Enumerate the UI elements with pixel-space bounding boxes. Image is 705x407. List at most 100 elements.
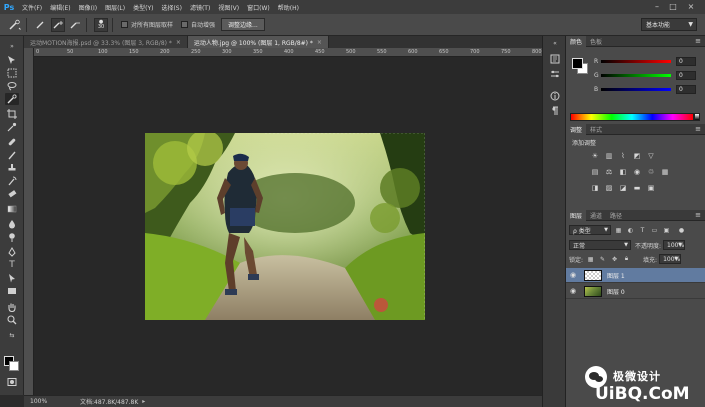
menu-window[interactable]: 窗口(W) <box>243 3 274 12</box>
eyedropper-tool[interactable] <box>5 121 19 133</box>
info-panel-button[interactable] <box>549 90 561 101</box>
gradient-map-icon[interactable]: ▬ <box>632 183 642 193</box>
layer-row[interactable]: ◉ 图层 0 <box>566 284 705 299</box>
pixel-filter-icon[interactable]: ▦ <box>614 226 623 235</box>
opacity-input[interactable]: 100% ▼ <box>663 240 686 250</box>
refine-edge-button[interactable]: 调整边缘... <box>221 18 265 31</box>
tab-adjustments[interactable]: 调整 <box>566 123 587 135</box>
lasso-tool[interactable] <box>5 80 19 92</box>
history-panel-button[interactable] <box>549 53 561 64</box>
exposure-icon[interactable]: ◩ <box>632 151 642 161</box>
layer-name[interactable]: 图层 0 <box>607 287 625 296</box>
close-window-button[interactable]: × <box>686 2 696 12</box>
layer-name[interactable]: 图层 1 <box>607 271 625 280</box>
black-white-ramp[interactable] <box>694 113 700 121</box>
brush-tool[interactable] <box>5 149 19 161</box>
threshold-icon[interactable]: ◪ <box>618 183 628 193</box>
lock-all-icon[interactable]: 🔒︎ <box>622 255 631 264</box>
marquee-tool[interactable] <box>5 67 19 79</box>
dodge-tool[interactable] <box>5 231 19 243</box>
menu-file[interactable]: 文件(F) <box>18 3 46 12</box>
runner-photo[interactable] <box>145 133 425 320</box>
character-panel-button[interactable] <box>549 105 561 116</box>
quick-mask-button[interactable] <box>5 376 19 388</box>
menu-image[interactable]: 图像(I) <box>75 3 101 12</box>
vibrance-icon[interactable]: ▽ <box>646 151 656 161</box>
panel-menu-icon[interactable]: ≡ <box>695 211 701 219</box>
brightness-icon[interactable]: ☀ <box>590 151 600 161</box>
menu-help[interactable]: 帮助(H) <box>274 3 303 12</box>
shape-filter-icon[interactable]: ▭ <box>650 226 659 235</box>
collapse-arrows-icon[interactable]: « <box>549 38 561 49</box>
tool-preset-picker[interactable] <box>8 18 22 32</box>
workspace-select[interactable]: 基本功能 ▼ <box>641 18 697 31</box>
selective-color-icon[interactable]: ▣ <box>646 183 656 193</box>
smart-object-filter-icon[interactable]: ▣ <box>662 226 671 235</box>
lock-position-icon[interactable]: ✥ <box>610 255 619 264</box>
fill-input[interactable]: 100% ▼ <box>659 254 682 264</box>
levels-icon[interactable]: ▥ <box>604 151 614 161</box>
menu-filter[interactable]: 滤镜(T) <box>186 3 214 12</box>
brush-size-picker[interactable]: ● 30 <box>94 17 108 32</box>
auto-enhance-checkbox[interactable]: 自动增强 <box>181 20 215 29</box>
gradient-tool[interactable] <box>5 203 19 215</box>
color-spectrum-bar[interactable] <box>570 113 694 121</box>
tab-paths[interactable]: 路径 <box>606 210 626 221</box>
move-tool[interactable] <box>5 54 19 66</box>
photo-filter-icon[interactable]: ◉ <box>632 167 642 177</box>
history-brush-tool[interactable] <box>5 175 19 187</box>
path-selection-tool[interactable] <box>5 272 19 284</box>
doc-tab-poster[interactable]: 运动MOTION海报.psd @ 33.3% (图层 3, RGB/8) * × <box>24 36 188 48</box>
green-value-input[interactable]: 0 <box>676 71 696 80</box>
curves-icon[interactable]: ⌇ <box>618 151 628 161</box>
rectangle-tool[interactable] <box>5 285 19 297</box>
checkbox-box[interactable] <box>121 21 128 28</box>
hue-saturation-icon[interactable]: ▤ <box>590 167 600 177</box>
tab-color[interactable]: 颜色 <box>566 35 587 47</box>
layer-kind-filter-select[interactable]: ρ 类型 ▼ <box>569 225 611 235</box>
eye-icon[interactable]: ◉ <box>566 271 580 279</box>
blend-mode-select[interactable]: 正常 ▼ <box>569 240 631 250</box>
panel-menu-icon[interactable]: ≡ <box>695 125 701 133</box>
filter-toggle-icon[interactable]: ● <box>677 226 686 235</box>
panel-menu-icon[interactable]: ≡ <box>695 37 701 45</box>
menu-type[interactable]: 类型(Y) <box>129 3 157 12</box>
blue-value-input[interactable]: 0 <box>676 85 696 94</box>
blur-tool[interactable] <box>5 218 19 230</box>
channel-mixer-icon[interactable]: ♲ <box>646 167 656 177</box>
tab-swatches[interactable]: 色板 <box>586 36 606 47</box>
quick-selection-tool[interactable] <box>5 93 19 105</box>
maximize-button[interactable]: □ <box>668 2 678 12</box>
healing-brush-tool[interactable] <box>5 136 19 148</box>
menu-view[interactable]: 视图(V) <box>214 3 243 12</box>
checkbox-box[interactable] <box>181 21 189 28</box>
default-colors-button[interactable]: ⇆ <box>5 329 19 341</box>
color-balance-icon[interactable]: ⚖ <box>604 167 614 177</box>
color-lookup-icon[interactable]: ▦ <box>660 167 670 177</box>
layer-row[interactable]: ◉ 图层 1 <box>566 268 705 283</box>
zoom-level[interactable]: 100% <box>24 398 52 405</box>
eye-icon[interactable]: ◉ <box>566 287 580 295</box>
adjustment-filter-icon[interactable]: ◐ <box>626 226 635 235</box>
invert-icon[interactable]: ◨ <box>590 183 600 193</box>
close-icon[interactable]: × <box>176 39 181 46</box>
posterize-icon[interactable]: ▨ <box>604 183 614 193</box>
lock-pixels-icon[interactable]: ✎ <box>598 255 607 264</box>
red-slider[interactable] <box>601 60 671 63</box>
add-to-selection-button[interactable] <box>51 17 65 32</box>
collapse-arrows-icon[interactable]: » <box>5 40 19 52</box>
menu-edit[interactable]: 编辑(E) <box>46 3 74 12</box>
type-filter-icon[interactable]: T <box>638 226 647 235</box>
new-selection-button[interactable] <box>34 18 48 32</box>
foreground-color-swatch[interactable] <box>572 58 583 69</box>
blue-slider[interactable] <box>601 88 671 91</box>
zoom-tool[interactable] <box>5 314 19 326</box>
black-white-icon[interactable]: ◧ <box>618 167 628 177</box>
menu-layer[interactable]: 图层(L) <box>101 3 129 12</box>
lock-transparency-icon[interactable]: ▦ <box>586 255 595 264</box>
green-slider[interactable] <box>601 74 671 77</box>
clone-stamp-tool[interactable] <box>5 162 19 174</box>
background-color-swatch[interactable] <box>9 361 19 371</box>
hand-tool[interactable] <box>5 301 19 313</box>
subtract-from-selection-button[interactable] <box>68 18 82 32</box>
